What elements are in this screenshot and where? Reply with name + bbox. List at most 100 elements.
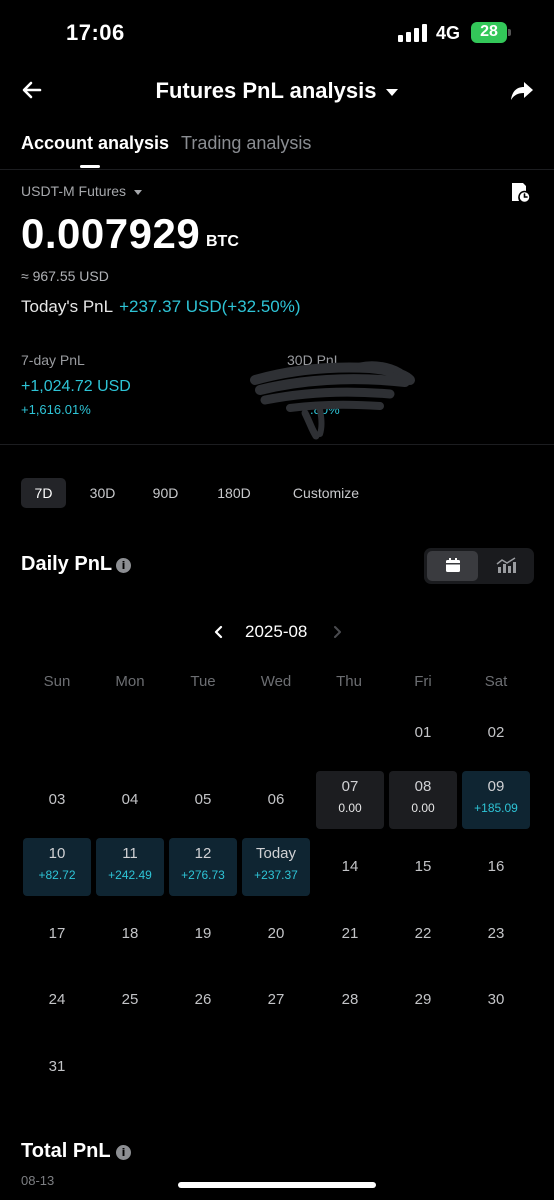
calendar-day-label: 27 (267, 991, 285, 1008)
home-indicator (178, 1182, 376, 1188)
calendar-day[interactable]: 27 (242, 971, 310, 1029)
seven-day-pnl-value: +1,024.72 USD (21, 378, 131, 395)
today-pnl: Today's PnL +237.37 USD(+32.50%) (21, 297, 301, 317)
calendar-day-label: 26 (194, 991, 212, 1008)
chart-view-button[interactable] (480, 551, 531, 581)
page-title: Futures PnL analysis (155, 78, 377, 103)
weekday-wed: Wed (260, 673, 292, 690)
page-title-selector[interactable]: Futures PnL analysis (0, 78, 554, 104)
tab-trading-analysis[interactable]: Trading analysis (181, 133, 311, 154)
calendar-day[interactable]: 23 (462, 905, 530, 963)
calendar-day-label: 16 (487, 858, 505, 875)
calendar-day-label: 18 (121, 925, 139, 942)
calendar-day[interactable]: 01 (389, 704, 457, 762)
weekday-fri: Fri (414, 673, 432, 690)
calendar-day-label: 21 (341, 925, 359, 942)
calendar-day[interactable]: 21 (316, 905, 384, 963)
today-pnl-label: Today's PnL (21, 297, 114, 316)
balance-unit: BTC (206, 233, 239, 250)
battery-icon: 28 (471, 22, 511, 43)
calendar-day[interactable]: 24 (23, 971, 91, 1029)
calendar-day[interactable]: 10 +82.72 (23, 838, 91, 896)
calendar-day[interactable]: 03 (23, 771, 91, 829)
calendar-day[interactable]: 14 (316, 838, 384, 896)
calendar-day[interactable]: 07 0.00 (316, 771, 384, 829)
active-tab-indicator (80, 165, 100, 168)
calendar-day[interactable]: 28 (316, 971, 384, 1029)
range-customize-button[interactable]: Customize (282, 478, 370, 508)
month-label: 2025-08 (245, 622, 308, 641)
balance-usd-approx: ≈ 967.55 USD (21, 268, 109, 284)
calendar-day[interactable]: 25 (96, 971, 164, 1029)
network-type: 4G (436, 23, 461, 43)
caret-down-icon (134, 189, 143, 195)
info-icon[interactable]: i (116, 1145, 131, 1160)
chevron-left-icon (214, 625, 223, 639)
divider (0, 169, 554, 170)
calendar-day[interactable]: 15 (389, 838, 457, 896)
futures-type-label: USDT-M Futures (21, 183, 127, 199)
calendar-day[interactable]: 30 (462, 971, 530, 1029)
weekday-mon: Mon (115, 673, 145, 690)
calendar-day-label: 02 (487, 724, 505, 741)
chart-icon (496, 557, 516, 573)
chevron-right-icon (334, 626, 341, 638)
calendar-day-label: 17 (48, 925, 66, 942)
info-icon[interactable]: i (116, 558, 131, 573)
calendar-day[interactable]: 16 (462, 838, 530, 896)
calendar-day-label: 31 (48, 1058, 66, 1075)
calendar-day[interactable]: Today +237.37 (242, 838, 310, 896)
calendar-day[interactable]: 12 +276.73 (169, 838, 237, 896)
range-180d-button[interactable]: 180D (206, 478, 262, 508)
share-icon (511, 82, 533, 100)
calendar-day-label: 14 (341, 858, 359, 875)
previous-month-button[interactable] (212, 622, 226, 647)
seven-day-pnl-percent: +1,616.01% (21, 402, 91, 417)
calendar-day[interactable]: 17 (23, 905, 91, 963)
calendar-day-label: 07 (341, 778, 359, 795)
calendar-day[interactable]: 11 +242.49 (96, 838, 164, 896)
calendar-day-label: 06 (267, 791, 285, 808)
calendar-day[interactable]: 22 (389, 905, 457, 963)
next-month-button[interactable] (330, 622, 344, 647)
calendar-day-label: 09 (487, 778, 505, 795)
weekday-tue: Tue (190, 673, 216, 690)
calendar-day-label: 29 (414, 991, 432, 1008)
calendar-day-label: Today (255, 845, 297, 862)
futures-type-selector[interactable]: USDT-M Futures (21, 183, 143, 199)
range-30d-button[interactable]: 30D (80, 478, 125, 508)
balance-value: 0.007929 (21, 210, 201, 257)
divider (0, 444, 554, 445)
calendar-day-label: 19 (194, 925, 212, 942)
calendar-day[interactable]: 29 (389, 971, 457, 1029)
tab-account-analysis[interactable]: Account analysis (21, 133, 169, 154)
calendar-day[interactable]: 09 +185.09 (462, 771, 530, 829)
calendar-day-label: 01 (414, 724, 432, 741)
weekday-sat: Sat (484, 673, 508, 690)
calendar-day[interactable]: 19 (169, 905, 237, 963)
history-icon (512, 183, 531, 204)
calendar-day-label: 30 (487, 991, 505, 1008)
share-button[interactable] (508, 78, 536, 104)
calendar-day[interactable]: 26 (169, 971, 237, 1029)
calendar-day-pnl: 0.00 (411, 801, 435, 815)
calendar-view-button[interactable] (427, 551, 478, 581)
calendar-icon (446, 558, 460, 572)
seven-day-pnl-label: 7-day PnL (21, 352, 85, 368)
calendar-day-label: 15 (414, 858, 432, 875)
range-7d-button[interactable]: 7D (21, 478, 66, 508)
status-time: 17:06 (66, 20, 125, 45)
history-button[interactable] (508, 180, 532, 204)
range-90d-button[interactable]: 90D (143, 478, 188, 508)
calendar-day[interactable]: 31 (23, 1038, 91, 1096)
calendar-day[interactable]: 04 (96, 771, 164, 829)
total-pnl-title: Total PnL (21, 1140, 111, 1162)
calendar-day[interactable]: 02 (462, 704, 530, 762)
daily-pnl-title: Daily PnL (21, 553, 113, 575)
calendar-day[interactable]: 18 (96, 905, 164, 963)
calendar-day[interactable]: 05 (169, 771, 237, 829)
calendar-day[interactable]: 20 (242, 905, 310, 963)
calendar-day[interactable]: 08 0.00 (389, 771, 457, 829)
calendar-day[interactable]: 06 (242, 771, 310, 829)
calendar-day-label: 28 (341, 991, 359, 1008)
